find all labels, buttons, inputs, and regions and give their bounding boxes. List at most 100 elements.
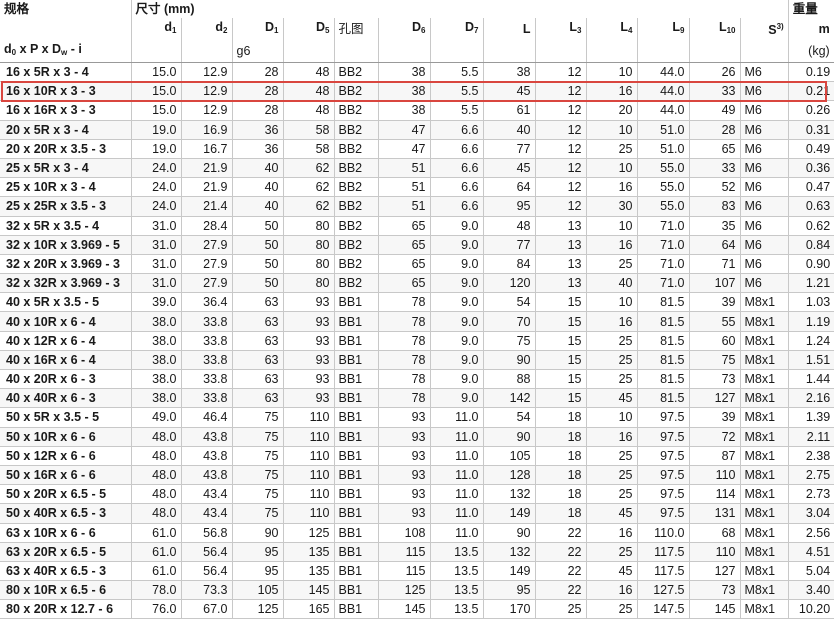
row-cell: 76.0 [131,599,182,619]
row-cell: BB1 [334,599,379,619]
row-cell: 93 [283,369,335,390]
row-cell: M8x1 [740,369,789,390]
row-cell: 93 [283,388,335,409]
row-cell: 108 [378,523,431,543]
row-cell: 16 [586,177,638,198]
row-cell: 65 [378,273,431,294]
row-cell: 62 [283,158,335,179]
row-cell: 16 [586,81,638,102]
row-cell: 73 [689,580,741,601]
row-cell: 39 [689,292,741,313]
row-cell: M8x1 [740,350,789,371]
row-cell: 15.0 [131,62,182,83]
row-cell: 38.0 [131,388,182,409]
row-cell: 110 [283,446,335,466]
table-row: 25 x 5R x 3 - 4 24.0 21.9 40 62 BB2 51 6.6 45 12 1… [0,158,834,179]
row-cell: 48.0 [131,465,182,486]
table-row: 32 x 10R x 3.969 - 5 31.0 27.9 50 80 BB2 65 9.0… [0,235,834,255]
row-cell: 45 [483,81,536,102]
row-cell: 75 [232,407,284,428]
row-cell: 18 [535,503,587,524]
row-cell: 55 [689,311,741,332]
row-cell: BB1 [334,292,379,313]
row-cell: 24.0 [131,177,182,198]
row-cell: 50 [232,273,284,294]
row-cell: 0.21 [788,81,834,102]
row-cell: 44.0 [637,81,690,102]
col-m: m [788,18,834,40]
row-cell: 22 [535,542,587,562]
row-cell: 11.0 [430,446,484,466]
row-cell: 110 [283,407,335,428]
row-cell: M6 [740,139,789,159]
row-cell: 2.56 [788,523,834,543]
row-cell: BB1 [334,388,379,409]
row-cell: 97.5 [637,446,690,466]
row-cell: 95 [232,542,284,562]
row-cell: 46.4 [181,407,233,428]
col-D1: D1 [232,18,284,40]
row-cell: 75 [232,465,284,486]
row-cell: 10.20 [788,599,834,619]
row-cell: 80 [283,235,335,255]
row-spec: 25 x 10R x 3 - 4 [0,177,132,198]
row-cell: M8x1 [740,465,789,486]
row-cell: M6 [740,81,789,102]
row-cell: 36 [232,120,284,140]
row-cell: 10 [586,120,638,140]
row-cell: 11.0 [430,484,484,505]
row-cell: 16 [586,311,638,332]
row-cell: 28 [232,81,284,102]
row-cell: 22 [535,561,587,582]
row-cell: 21.4 [181,196,233,217]
row-cell: 19.0 [131,139,182,159]
row-cell: 2.38 [788,446,834,466]
row-cell: BB1 [334,369,379,390]
row-cell: M8x1 [740,446,789,466]
row-cell: 28.4 [181,216,233,236]
row-cell: 65 [689,139,741,159]
row-cell: 10 [586,407,638,428]
row-cell: 0.49 [788,139,834,159]
row-cell: 60 [689,331,741,351]
row-cell: 47 [378,139,431,159]
row-cell: 40 [232,196,284,217]
table-row: 20 x 5R x 3 - 4 19.0 16.9 36 58 BB2 47 6.6 40 12 1… [0,120,834,140]
row-cell: 63 [232,331,284,351]
row-cell: 93 [283,350,335,371]
row-cell: 11.0 [430,407,484,428]
row-cell: 63 [232,369,284,390]
row-cell: 18 [535,427,587,447]
col-L: L [483,18,536,40]
row-cell: 75 [232,503,284,524]
row-cell: 44.0 [637,100,690,121]
row-cell: 18 [535,465,587,486]
row-cell: 9.0 [430,292,484,313]
row-cell: 55.0 [637,158,690,179]
row-spec: 25 x 5R x 3 - 4 [0,158,132,179]
row-spec: 50 x 10R x 6 - 6 [0,427,132,447]
row-cell: 54 [483,407,536,428]
row-cell: 63 [232,311,284,332]
row-cell: BB1 [334,542,379,562]
row-cell: 16 [586,580,638,601]
row-cell: 107 [689,273,741,294]
row-cell: 90 [232,523,284,543]
row-cell: 6.6 [430,158,484,179]
row-cell: 83 [689,196,741,217]
row-cell: M8x1 [740,542,789,562]
col-L3: L3 [535,18,587,40]
row-cell: M8x1 [740,561,789,582]
table-row: 50 x 40R x 6.5 - 3 48.0 43.4 75 110 BB1 93 11.0… [0,503,834,524]
col-d2: d2 [181,18,233,40]
row-spec: 40 x 40R x 6 - 3 [0,388,132,409]
row-cell: 38 [378,81,431,102]
row-cell: 45 [586,561,638,582]
row-cell: 97.5 [637,465,690,486]
row-cell: 11.0 [430,427,484,447]
row-cell: 25 [586,254,638,275]
row-cell: 19.0 [131,120,182,140]
row-cell: M6 [740,216,789,236]
row-cell: 12 [535,120,587,140]
row-cell: 20 [586,100,638,121]
